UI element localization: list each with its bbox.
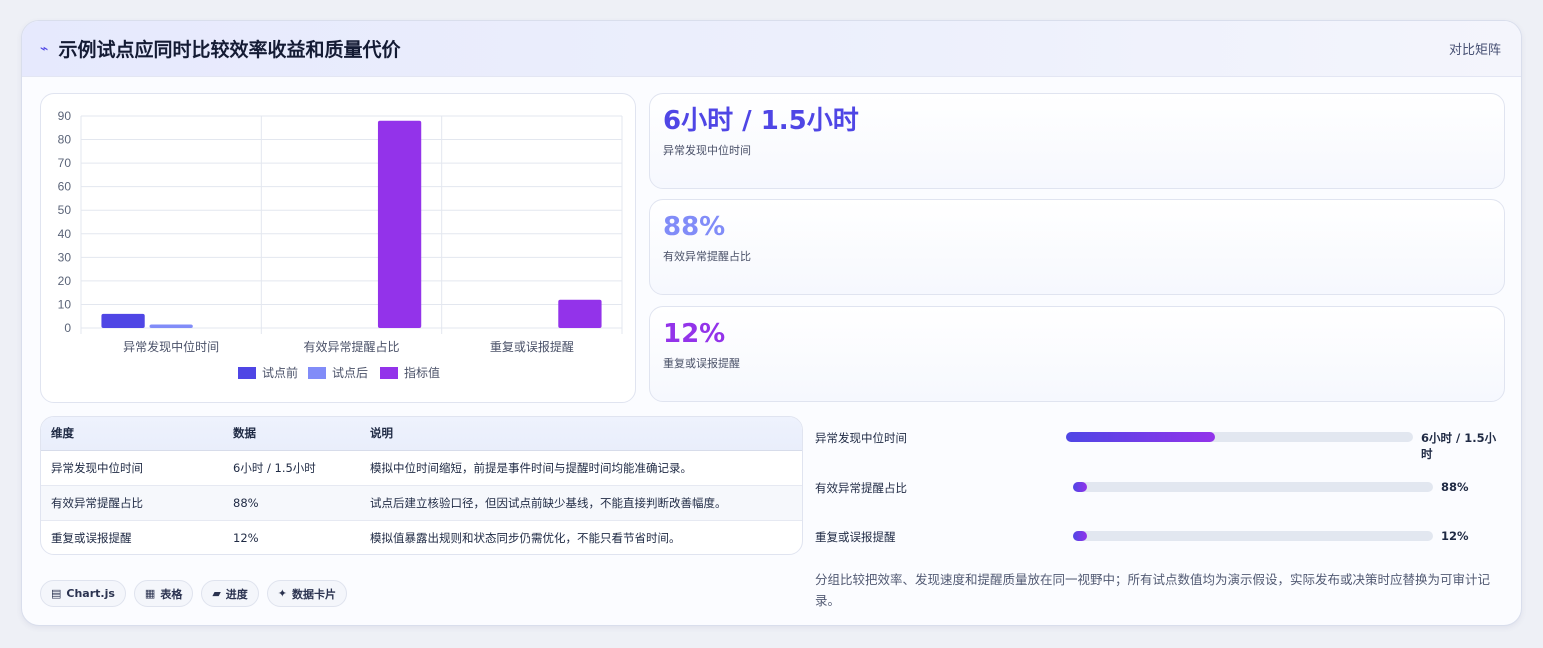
kpi-label: 异常发现中位时间 [663, 144, 751, 157]
kpi-value: 6小时 / 1.5小时 [663, 106, 859, 136]
bolt-icon: ⌁ [40, 40, 49, 57]
card-header: ⌁ 示例试点应同时比较效率收益和质量代价 对比矩阵 [22, 21, 1521, 77]
table-cell: 6小时 / 1.5小时 [223, 450, 360, 486]
chip-label: 数据卡片 [292, 587, 337, 601]
progress-track [1066, 432, 1413, 442]
chip-chartjs[interactable]: ▤ Chart.js [40, 580, 126, 607]
kpi-card-false-alerts: 12% 重复或误报提醒 [649, 306, 1505, 402]
progress-row: 重复或误报提醒 12% [815, 526, 1505, 546]
y-tick-label: 70 [58, 156, 72, 170]
table-cell: 试点后建立核验口径，但因试点前缺少基线，不能直接判断改善幅度。 [360, 485, 802, 521]
progress-label: 有效异常提醒占比 [815, 481, 907, 495]
progress-icon: ▰ [212, 587, 221, 600]
kpi-label: 有效异常提醒占比 [663, 250, 751, 263]
y-tick-label: 90 [58, 109, 72, 123]
bar [558, 299, 602, 328]
y-tick-label: 30 [58, 250, 72, 264]
table-icon: ▦ [144, 587, 156, 600]
chip-label: Chart.js [66, 587, 115, 600]
comparison-card: ⌁ 示例试点应同时比较效率收益和质量代价 对比矩阵 0 10 20 30 40 50 60 7… [21, 20, 1522, 626]
kpi-card-valid-alerts: 88% 有效异常提醒占比 [649, 199, 1505, 295]
table-cell: 有效异常提醒占比 [41, 485, 223, 521]
y-tick-label: 10 [58, 297, 72, 311]
table-cell: 88% [223, 485, 360, 521]
sparkle-icon: ✦ [277, 587, 288, 600]
chip-table[interactable]: ▦ 表格 [133, 580, 194, 607]
progress-label: 重复或误报提醒 [815, 530, 896, 544]
legend-label: 指标值 [404, 365, 440, 380]
table-row: 有效异常提醒占比 88% 试点后建立核验口径，但因试点前缺少基线，不能直接判断改… [41, 485, 802, 521]
table-cell: 异常发现中位时间 [41, 450, 223, 486]
y-tick-label: 80 [58, 133, 72, 147]
progress-row: 异常发现中位时间 6小时 / 1.5小时 [815, 427, 1505, 461]
chart-icon: ▤ [51, 587, 62, 600]
bar-chart: 0 10 20 30 40 50 60 70 80 90 异常发现中位时间 有效异常提醒占比 重复或误报… [40, 93, 636, 403]
feature-chips: ▤ Chart.js ▦ 表格 ▰ 进度 ✦ 数据卡片 [40, 580, 348, 607]
bar [101, 313, 145, 328]
chip-progress[interactable]: ▰ 进度 [201, 580, 259, 607]
table-header-cell: 数据 [223, 417, 360, 451]
card-title: 示例试点应同时比较效率收益和质量代价 [58, 39, 401, 61]
table-header-cell: 维度 [41, 417, 223, 451]
bar [377, 120, 422, 328]
y-tick-label: 20 [58, 274, 72, 288]
table-row: 异常发现中位时间 6小时 / 1.5小时 模拟中位时间缩短，前提是事件时间与提醒… [41, 450, 802, 486]
progress-track [1073, 531, 1433, 541]
y-tick-label: 60 [58, 180, 72, 194]
progress-value: 6小时 / 1.5小时 [1421, 431, 1497, 461]
header-tag: 对比矩阵 [1448, 43, 1501, 58]
footnote: 分组比较把效率、发现速度和提醒质量放在同一视野中；所有试点数值均为演示假设，实际… [815, 572, 1491, 608]
table-header-row: 维度 数据 说明 [41, 417, 802, 451]
table-cell: 模拟值暴露出规则和状态同步仍需优化，不能只看节省时间。 [370, 530, 681, 545]
table-cell: 重复或误报提醒 [51, 530, 132, 545]
y-tick-label: 40 [58, 227, 72, 241]
kpi-value: 12% [663, 319, 726, 349]
table-row: 重复或误报提醒 12% 模拟值暴露出规则和状态同步仍需优化，不能只看节省时间。 [41, 520, 802, 554]
kpi-value: 88% [663, 212, 726, 242]
progress-label: 异常发现中位时间 [815, 431, 907, 445]
table-cell: 12% [233, 530, 259, 545]
table-cell: 模拟中位时间缩短，前提是事件时间与提醒时间均能准确记录。 [360, 450, 802, 486]
x-tick-label: 有效异常提醒占比 [303, 339, 399, 354]
chip-label: 进度 [225, 587, 248, 601]
legend-label: 试点前 [262, 365, 298, 380]
progress-row: 有效异常提醒占比 88% [815, 477, 1505, 497]
kpi-label: 重复或误报提醒 [663, 357, 740, 370]
legend-swatch [308, 367, 326, 379]
progress-fill [1066, 432, 1216, 442]
y-tick-label: 0 [64, 321, 71, 335]
chip-data-cards[interactable]: ✦ 数据卡片 [266, 580, 348, 607]
bar-chart-svg: 0 10 20 30 40 50 60 70 80 90 异常发现中位时间 有效异常提醒占比 重复或误报… [58, 109, 623, 380]
kpi-card-detection-time: 6小时 / 1.5小时 异常发现中位时间 [649, 93, 1505, 189]
legend-swatch [238, 367, 256, 379]
legend-label: 试点后 [332, 365, 368, 380]
progress-value: 88% [1441, 480, 1469, 494]
chip-label: 表格 [160, 587, 183, 601]
bar [149, 324, 193, 328]
table-header-cell: 说明 [360, 417, 802, 451]
legend-swatch [380, 367, 398, 379]
data-table: 维度 数据 说明 异常发现中位时间 6小时 / 1.5小时 模拟中位时间缩短，前… [40, 416, 803, 555]
x-tick-label: 重复或误报提醒 [490, 339, 574, 354]
progress-track [1073, 482, 1433, 492]
x-tick-label: 异常发现中位时间 [123, 339, 219, 354]
progress-fill [1073, 531, 1088, 541]
y-tick-label: 50 [58, 203, 72, 217]
progress-fill [1073, 482, 1088, 492]
progress-value: 12% [1441, 529, 1469, 543]
